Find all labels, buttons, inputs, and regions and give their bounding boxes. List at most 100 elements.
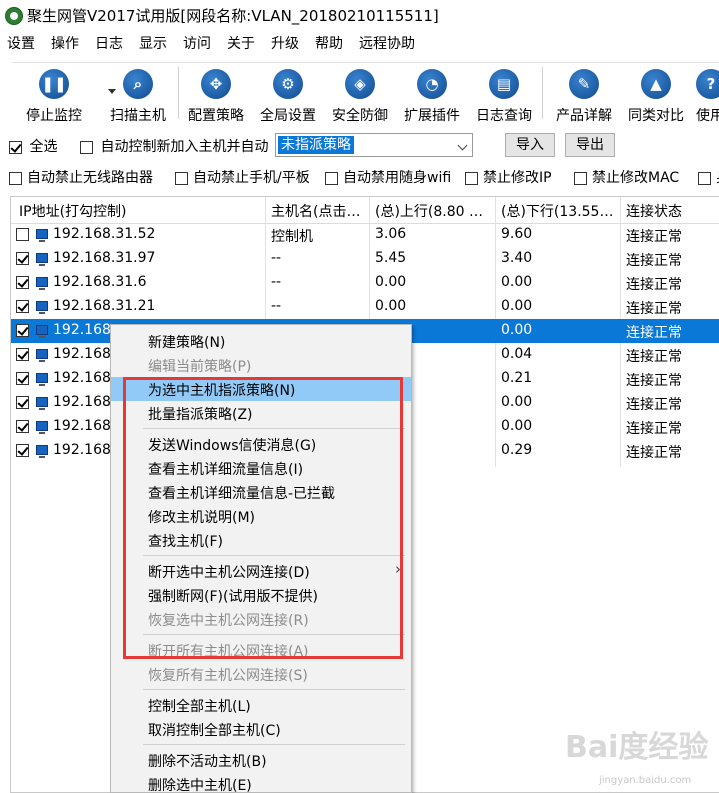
menu-delete-selected[interactable]: 删除选中主机(E) [111, 772, 411, 793]
row-ip: 192.168 [53, 322, 111, 338]
menu-about[interactable]: 关于 [227, 33, 255, 53]
menu-restore-all[interactable]: 恢复所有主机公网连接(S) [111, 662, 411, 686]
menu-access[interactable]: 访问 [183, 33, 211, 53]
extension-plugin-button[interactable]: ◔ 扩展插件 [400, 69, 464, 124]
menu-batch-assign-policy[interactable]: 批量指派策略(Z) [111, 401, 411, 425]
table-row[interactable]: 192.168.31.97 -- 5.45 3.40 连接正常 [11, 247, 719, 271]
row-upload: 0.00 [375, 274, 407, 290]
more-option[interactable]: 身 [698, 167, 719, 187]
menu-view-traffic-blocked[interactable]: 查看主机详细流量信息-已拦截 [111, 480, 411, 504]
block-wifi-option[interactable]: 自动禁用随身wifi [325, 167, 451, 187]
scan-hosts-button[interactable]: ⌕ 扫描主机 [106, 69, 170, 124]
auto-control-checkbox[interactable] [80, 140, 93, 154]
menu-bar: 设置 操作 日志 显示 访问 关于 升级 帮助 远程协助 [0, 30, 719, 54]
row-ip: 192.168.31.52 [53, 226, 156, 242]
usage-button[interactable]: ? 使用 [696, 69, 719, 123]
menu-disconnect-all[interactable]: 断开所有主机公网连接(A) [111, 638, 411, 662]
config-policy-button[interactable]: ✥ 配置策略 [184, 69, 248, 124]
window-title: 聚生网管V2017试用版[网段名称:VLAN_20180210115511] [27, 7, 439, 25]
chevron-down-icon[interactable] [457, 140, 468, 151]
menu-send-windows-message[interactable]: 发送Windows信使消息(G) [111, 432, 411, 456]
menu-view-traffic[interactable]: 查看主机详细流量信息(I) [111, 456, 411, 480]
table-row[interactable]: 192.168.31.52 控制机 3.06 9.60 连接正常 [11, 223, 719, 247]
auto-control-checkbox-wrap[interactable]: 自动控制新加入主机并自动 [80, 136, 268, 156]
table-row[interactable]: 192.168.31.6 -- 0.00 0.00 连接正常 [11, 271, 719, 295]
row-checkbox[interactable] [16, 228, 29, 241]
menu-help[interactable]: 帮助 [315, 33, 343, 53]
table-row[interactable]: 192.168.31.21 -- 0.00 0.00 连接正常 [11, 295, 719, 319]
row-checkbox[interactable] [16, 348, 29, 361]
stop-monitor-button[interactable]: ❚❚ 停止监控 [22, 69, 86, 124]
security-defense-button[interactable]: ◈ 安全防御 [328, 69, 392, 124]
menu-force-disconnect[interactable]: 强制断网(F)(试用版不提供) [111, 583, 411, 607]
select-all-checkbox[interactable] [9, 140, 22, 154]
menu-delete-inactive[interactable]: 删除不活动主机(B) [111, 748, 411, 772]
baidu-watermark: Bai度经验 [565, 730, 709, 765]
select-all-checkbox-wrap[interactable]: 全选 [9, 136, 57, 156]
block-mac-change-option[interactable]: 禁止修改MAC [574, 167, 679, 187]
block-ip-change-label: 禁止修改IP [483, 170, 552, 186]
menu-edit-host-note[interactable]: 修改主机说明(M) [111, 504, 411, 528]
menu-uncontrol-all[interactable]: 取消控制全部主机(C) [111, 717, 411, 741]
export-button[interactable]: 导出 [565, 133, 615, 157]
log-query-button[interactable]: ▤ 日志查询 [472, 69, 536, 124]
computer-icon [36, 229, 48, 242]
import-button[interactable]: 导入 [505, 133, 555, 157]
row-checkbox[interactable] [16, 276, 29, 289]
product-icon: ✎ [569, 69, 599, 99]
block-ip-change-checkbox[interactable] [465, 171, 478, 185]
menu-log[interactable]: 日志 [95, 33, 123, 53]
policy-select[interactable]: 未指派策略 [275, 133, 473, 157]
block-mobile-option[interactable]: 自动禁止手机/平板 [175, 167, 310, 187]
menu-remote-assist[interactable]: 远程协助 [359, 33, 415, 53]
row-download: 0.00 [501, 418, 533, 434]
column-header-download[interactable]: (总)下行(13.55… [501, 201, 613, 221]
column-header-ip[interactable]: IP地址(打勾控制) [19, 201, 127, 221]
menu-item-label: 删除不活动主机(B) [148, 754, 267, 770]
row-checkbox[interactable] [16, 300, 29, 313]
product-details-button[interactable]: ✎ 产品详解 [552, 69, 616, 124]
row-checkbox[interactable] [16, 372, 29, 385]
row-checkbox[interactable] [16, 420, 29, 433]
block-router-checkbox[interactable] [9, 171, 22, 185]
menu-operation[interactable]: 操作 [51, 33, 79, 53]
block-ip-change-option[interactable]: 禁止修改IP [465, 167, 552, 187]
row-ip: 192.168 [53, 346, 111, 362]
menu-edit-current-policy[interactable]: 编辑当前策略(P) [111, 353, 411, 377]
log-icon: ▤ [489, 69, 519, 99]
global-settings-button[interactable]: ⚙ 全局设置 [256, 69, 320, 124]
menu-assign-policy-selected[interactable]: 为选中主机指派策略(N) [111, 377, 411, 401]
product-details-label: 产品详解 [556, 108, 612, 124]
menu-upgrade[interactable]: 升级 [271, 33, 299, 53]
menu-separator [143, 634, 405, 635]
row-upload: 5.45 [375, 250, 407, 266]
menu-restore-selected[interactable]: 恢复选中主机公网连接(R) [111, 607, 411, 631]
menu-new-policy[interactable]: 新建策略(N) [111, 329, 411, 353]
column-header-upload[interactable]: (总)上行(8.80 … [375, 201, 483, 221]
block-mobile-label: 自动禁止手机/平板 [193, 170, 310, 186]
row-checkbox[interactable] [16, 444, 29, 457]
row-checkbox[interactable] [16, 324, 29, 337]
menu-display[interactable]: 显示 [139, 33, 167, 53]
menu-control-all[interactable]: 控制全部主机(L) [111, 693, 411, 717]
row-status: 连接正常 [626, 397, 682, 413]
menu-settings[interactable]: 设置 [7, 33, 35, 53]
row-status: 连接正常 [626, 421, 682, 437]
menu-find-host[interactable]: 查找主机(F) [111, 528, 411, 552]
block-mobile-checkbox[interactable] [175, 171, 188, 185]
row-checkbox[interactable] [16, 396, 29, 409]
row-checkbox[interactable] [16, 252, 29, 265]
column-header-hostname[interactable]: 主机名(点击… [271, 201, 360, 221]
block-mac-change-checkbox[interactable] [574, 171, 587, 185]
menu-disconnect-selected[interactable]: 断开选中主机公网连接(D) [111, 559, 411, 583]
column-header-status[interactable]: 连接状态 [626, 201, 682, 221]
menu-item-label: 删除选中主机(E) [148, 778, 252, 793]
security-defense-label: 安全防御 [332, 108, 388, 124]
compare-button[interactable]: ▲ 同类对比 [624, 69, 688, 124]
usage-icon: ? [696, 69, 719, 99]
block-router-option[interactable]: 自动禁止无线路由器 [9, 167, 153, 187]
more-option-checkbox[interactable] [698, 171, 711, 185]
block-wifi-checkbox[interactable] [325, 171, 338, 185]
menu-item-label: 查看主机详细流量信息-已拦截 [148, 486, 336, 502]
row-ip: 192.168 [53, 370, 111, 386]
